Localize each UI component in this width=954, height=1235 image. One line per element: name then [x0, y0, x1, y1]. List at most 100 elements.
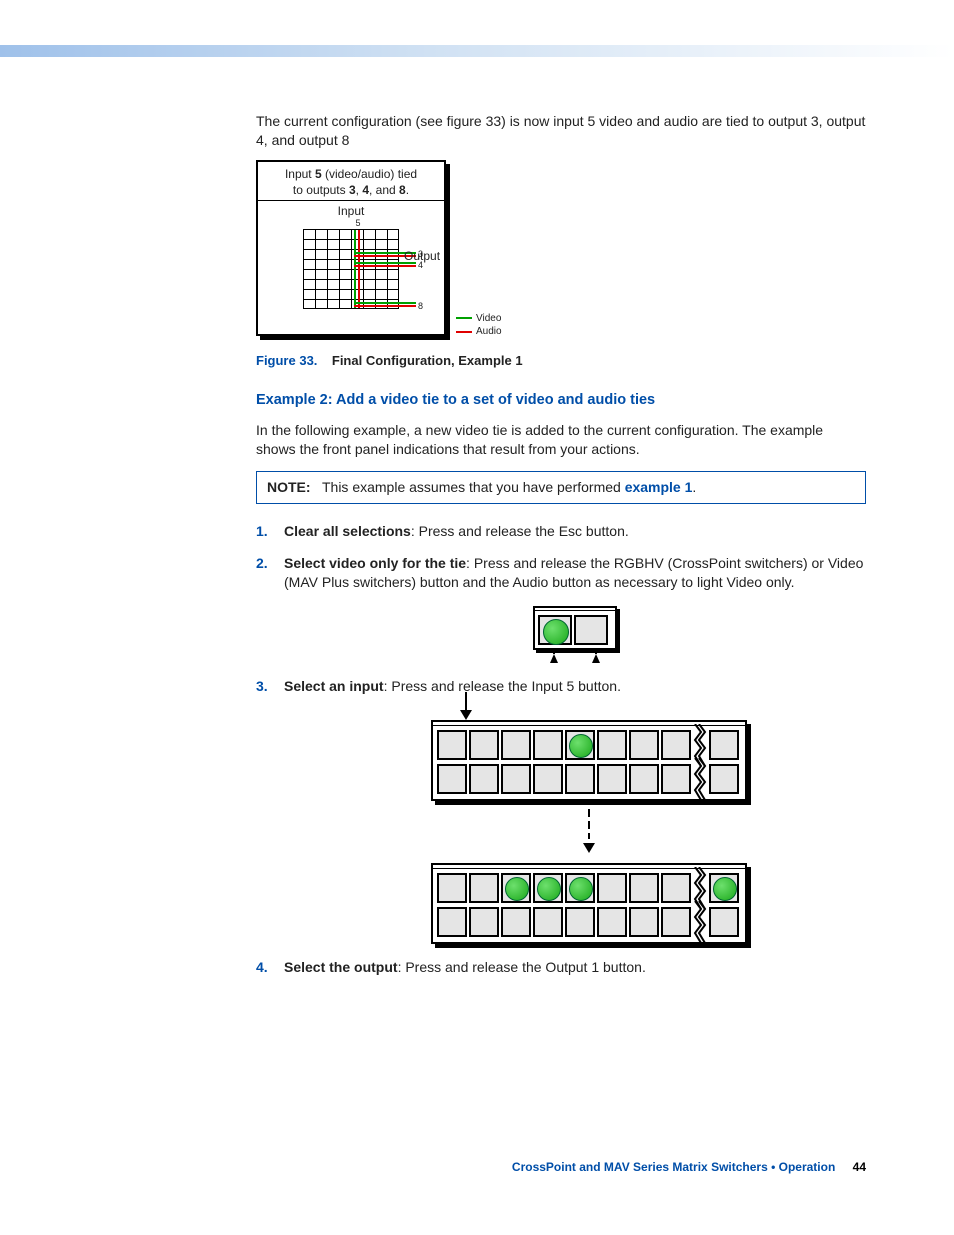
panel-button-icon: [709, 873, 739, 903]
panel-button-icon: [533, 764, 563, 794]
panel-button-icon: [661, 764, 691, 794]
fig33-hline-4-audio: [354, 265, 416, 267]
figure-33-number: Figure 33.: [256, 353, 317, 368]
fig33-t2-end: .: [406, 183, 409, 197]
fig33-t2-b2: 4: [362, 183, 369, 197]
fig33-t1-mid: (video/audio) tied: [322, 167, 417, 181]
fig33-tick-5: 5: [272, 217, 444, 229]
audio-button-unlit-icon: [574, 615, 608, 645]
panel-button-icon: [501, 873, 531, 903]
legend-video-line-icon: [456, 317, 472, 319]
fig33-t2-b1: 3: [349, 183, 356, 197]
panel-button-icon: [597, 873, 627, 903]
step-3-text: : Press and release the Input 5 button.: [384, 678, 621, 694]
figure-33-title: Final Configuration, Example 1: [332, 353, 523, 368]
panel-a-row-inputs: [437, 730, 741, 760]
panel-button-icon: [501, 730, 531, 760]
figure-33-caption: Figure 33. Final Configuration, Example …: [256, 352, 866, 370]
example-2-paragraph: In the following example, a new video ti…: [256, 421, 866, 459]
legend-audio-row: Audio: [456, 325, 502, 339]
twobtn-arrows: [533, 654, 617, 663]
content-area: The current configuration (see figure 33…: [256, 50, 866, 977]
fig33-vline-audio: [358, 230, 360, 308]
panel-button-icon: [661, 907, 691, 937]
page: The current configuration (see figure 33…: [0, 0, 954, 1235]
panel-button-icon: [533, 730, 563, 760]
panel-button-icon: [661, 873, 691, 903]
note-label: NOTE:: [267, 479, 311, 495]
figure-33: Input 5 (video/audio) tied to outputs 3,…: [256, 160, 506, 340]
panel-break-icon: [693, 764, 707, 794]
panel-button-icon: [629, 764, 659, 794]
header-gradient-bar: [0, 45, 954, 57]
fig33-t1-b: 5: [315, 167, 322, 181]
panel-button-icon: [565, 730, 595, 760]
panel-button-icon: [709, 764, 739, 794]
fig33-out-8: 8: [418, 300, 423, 312]
connector-arrow-down-icon: [583, 843, 595, 853]
step-2-title: Select video only for the tie: [284, 555, 466, 571]
twobtn-row: [537, 614, 613, 646]
step-3-title: Select an input: [284, 678, 384, 694]
step-1-title: Clear all selections: [284, 523, 411, 539]
panel-button-icon: [533, 873, 563, 903]
panel-button-icon: [565, 764, 595, 794]
twobtn-topstrip: [535, 608, 615, 611]
panel-button-icon: [597, 907, 627, 937]
panel-a-row-outputs: [437, 764, 741, 794]
note-link-example-1[interactable]: example 1: [625, 479, 693, 495]
panel-b-row-outputs: [437, 907, 741, 937]
intro-paragraph: The current configuration (see figure 33…: [256, 112, 866, 150]
panel-button-icon: [533, 907, 563, 937]
panel-button-icon: [469, 764, 499, 794]
step-1: Clear all selections: Press and release …: [256, 522, 866, 541]
panel-button-icon: [437, 730, 467, 760]
arrow-up-left-icon: [550, 654, 558, 663]
panel-button-icon: [469, 873, 499, 903]
panel-button-icon: [597, 730, 627, 760]
legend-audio-line-icon: [456, 331, 472, 333]
video-button-lit-icon: [538, 615, 572, 645]
panel-a-wrap: [312, 720, 866, 801]
panel-button-icon: [501, 764, 531, 794]
fig33-legend: Video Audio: [456, 312, 502, 339]
panel-stack: [312, 720, 866, 944]
dashed-connector: [588, 809, 590, 839]
footer-page-number: 44: [853, 1160, 866, 1174]
panel-button-icon: [709, 730, 739, 760]
fig33-t1-pre: Input: [285, 167, 315, 181]
panel-break-icon: [693, 730, 707, 760]
panel-button-icon: [437, 873, 467, 903]
panel-button-icon: [437, 907, 467, 937]
panel-button-icon: [565, 907, 595, 937]
fig33-vline-video: [354, 230, 356, 308]
fig33-grid: 3 4 8: [303, 229, 399, 309]
step-4-title: Select the output: [284, 959, 398, 975]
step-2: Select video only for the tie: Press and…: [256, 554, 866, 663]
panel-a-box: [431, 720, 747, 801]
fig33-t2-c2: , and: [369, 183, 399, 197]
arrow-to-input5-icon: [460, 692, 472, 720]
panel-b: [431, 863, 747, 944]
panel-button-icon: [629, 873, 659, 903]
panel-button-icon: [437, 764, 467, 794]
twobtn-shadow: [533, 606, 617, 650]
panel-button-icon: [469, 730, 499, 760]
panel-button-icon: [661, 730, 691, 760]
note-text-post: .: [692, 479, 696, 495]
arrow-up-right-icon: [592, 654, 600, 663]
panel-button-icon: [709, 907, 739, 937]
fig33-hline-8-video: [354, 302, 416, 304]
step-1-text: : Press and release the Esc button.: [411, 523, 629, 539]
fig33-output-label: Output: [404, 248, 440, 264]
figure-33-box-title: Input 5 (video/audio) tied to outputs 3,…: [258, 162, 444, 201]
page-footer: CrossPoint and MAV Series Matrix Switche…: [512, 1159, 866, 1175]
panel-button-icon: [469, 907, 499, 937]
steps-list: Clear all selections: Press and release …: [256, 522, 866, 977]
panel-b-wrap: [312, 863, 866, 944]
panel-button-icon: [565, 873, 595, 903]
two-button-illustration: [533, 606, 617, 663]
panel-b-row-inputs: [437, 873, 741, 903]
fig33-hline-8-audio: [354, 305, 416, 307]
example-2-heading: Example 2: Add a video tie to a set of v…: [256, 391, 866, 411]
